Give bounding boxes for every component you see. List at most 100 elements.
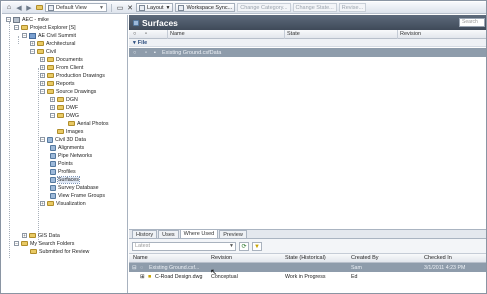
- collapse-icon[interactable]: −: [40, 89, 45, 94]
- change-category-button[interactable]: Change Category...: [237, 3, 291, 12]
- folder-icon: [57, 129, 64, 134]
- surface-file-icon: ◌: [140, 265, 144, 271]
- tab-where-used[interactable]: Where Used: [179, 229, 219, 238]
- col-state-historical[interactable]: State (Historical): [285, 255, 326, 261]
- expand-icon[interactable]: +: [40, 65, 45, 70]
- expand-icon[interactable]: +: [40, 81, 45, 86]
- change-state-button[interactable]: Change State...: [292, 3, 337, 12]
- row-checked-in: 3/1/2011 4:23 PM: [424, 265, 466, 271]
- tree-item-project-explorer[interactable]: − Project Explorer [S]: [14, 24, 76, 31]
- separator: [111, 3, 112, 12]
- tree-item-survey-database[interactable]: Survey Database: [50, 184, 99, 191]
- tree-item-profiles[interactable]: Profiles: [50, 168, 76, 175]
- expand-icon[interactable]: +: [40, 73, 45, 78]
- folder-icon: [29, 233, 36, 238]
- collapse-icon[interactable]: −: [40, 137, 45, 142]
- project-icon: [29, 32, 36, 39]
- tree-item-documents[interactable]: + Documents: [40, 56, 83, 63]
- tree-item-source-drawings[interactable]: − Source Drawings: [40, 88, 96, 95]
- collapse-icon[interactable]: −: [22, 33, 27, 38]
- tree-item-production-drawings[interactable]: + Production Drawings: [40, 72, 105, 79]
- tree-item-images[interactable]: Images: [57, 128, 83, 135]
- tab-preview[interactable]: Preview: [219, 230, 247, 238]
- collapse-icon[interactable]: −: [14, 241, 19, 246]
- tree-item-civil[interactable]: − Civil: [30, 48, 56, 55]
- collapse-icon[interactable]: −: [30, 49, 35, 54]
- chevron-down-icon: ▼: [99, 4, 104, 11]
- tree-item-dgn[interactable]: + DGN: [50, 96, 78, 103]
- tab-history[interactable]: History: [132, 230, 158, 238]
- group-label: File: [137, 39, 148, 46]
- up-folder-icon[interactable]: [35, 4, 43, 12]
- collapse-icon[interactable]: ⊟: [132, 265, 136, 271]
- tree-item-pipe-networks[interactable]: Pipe Networks: [50, 152, 92, 159]
- group-row-file[interactable]: ▾ File: [129, 39, 486, 47]
- folder-icon: [57, 97, 64, 102]
- col-name[interactable]: Name: [133, 255, 148, 261]
- layout-label: Layout: [147, 4, 164, 11]
- refresh-button[interactable]: ⟳: [239, 242, 249, 251]
- forward-arrow-icon[interactable]: ▶: [25, 4, 33, 12]
- tree-item-civil3d-data[interactable]: − Civil 3D Data: [40, 136, 86, 143]
- tree-item-dwg[interactable]: − DWG: [50, 112, 79, 119]
- row-checkbox[interactable]: ○: [133, 50, 136, 56]
- table-row[interactable]: ⊟ ◌ Existing Ground.csf... Sam 3/1/2011 …: [129, 263, 486, 272]
- table-row[interactable]: ⊞ ■ C-Road Design.dwg Conceptual Work in…: [129, 272, 486, 281]
- expand-icon[interactable]: +: [22, 233, 27, 238]
- tree-item-view-frame-groups[interactable]: View Frame Groups: [50, 192, 105, 199]
- revise-button[interactable]: Revise...: [338, 3, 367, 12]
- tree-item-ae-civil[interactable]: − AE Civil Summit: [22, 32, 76, 39]
- tab-uses[interactable]: Uses: [158, 230, 179, 238]
- expand-icon[interactable]: +: [30, 41, 35, 46]
- workspace-sync-button[interactable]: Workspace Sync...: [175, 3, 236, 12]
- tree-item-alignments[interactable]: Alignments: [50, 144, 84, 151]
- tree-item-reports[interactable]: + Reports: [40, 80, 75, 87]
- tree-item-dwf[interactable]: + DWF: [50, 104, 78, 111]
- tree-item-gis-data[interactable]: + GIS Data: [22, 232, 60, 239]
- view-combo[interactable]: Default View ▼: [45, 3, 107, 12]
- col-created-by[interactable]: Created By: [351, 255, 379, 261]
- col-name[interactable]: Name: [170, 31, 185, 37]
- refresh-icon: ⟳: [241, 244, 247, 250]
- tree-item-from-client[interactable]: + From Client: [40, 64, 83, 71]
- tree-item-aerial-photos[interactable]: Aerial Photos: [68, 120, 109, 127]
- col-revision[interactable]: Revision: [211, 255, 232, 261]
- delete-icon[interactable]: ✕: [126, 4, 134, 12]
- change-state-label: Change State...: [295, 4, 334, 11]
- folder-icon: [47, 65, 54, 70]
- filter-button[interactable]: ▼: [252, 242, 262, 251]
- tree-line: [18, 36, 19, 44]
- filter-icon: ▼: [254, 243, 260, 250]
- expand-icon[interactable]: ⊞: [140, 274, 144, 280]
- col-state[interactable]: State: [287, 31, 300, 37]
- collapse-icon[interactable]: −: [50, 113, 55, 118]
- table-row[interactable]: ○ ▫ ▪ Existing Ground.csfData: [129, 48, 486, 57]
- home-icon[interactable]: ⌂: [5, 4, 13, 12]
- tree-item-points[interactable]: Points: [50, 160, 73, 167]
- collapse-icon[interactable]: −: [14, 25, 19, 30]
- tree-item-visualization[interactable]: + Visualization: [40, 200, 86, 207]
- col-checked-in[interactable]: Checked In: [424, 255, 452, 261]
- col-revision[interactable]: Revision: [400, 31, 421, 37]
- tree-item-root[interactable]: − AEC - mike: [6, 16, 49, 23]
- tree-item-architectural[interactable]: + Architectural: [30, 40, 75, 47]
- tree-item-search-folders[interactable]: − My Search Folders: [14, 240, 74, 247]
- expand-icon[interactable]: +: [40, 201, 45, 206]
- back-arrow-icon[interactable]: ◀: [15, 4, 23, 12]
- select-all-checkbox[interactable]: ○: [133, 31, 136, 37]
- expand-icon[interactable]: +: [50, 97, 55, 102]
- tree-item-submitted-for-review[interactable]: Submitted for Review: [30, 248, 89, 255]
- search-input[interactable]: Search: [459, 18, 485, 27]
- collapse-icon[interactable]: ▾: [133, 40, 136, 46]
- tree-item-surfaces[interactable]: Surfaces: [50, 175, 80, 184]
- main-panel: Surfaces Search ○ ▫ Name State Revision …: [129, 15, 486, 293]
- folder-icon: [47, 201, 54, 206]
- expand-icon[interactable]: +: [40, 57, 45, 62]
- copy-icon[interactable]: ▭: [116, 4, 124, 12]
- collapse-icon[interactable]: −: [6, 17, 11, 22]
- panel-header: Surfaces Search: [129, 15, 486, 30]
- layout-button[interactable]: Layout ▼: [136, 3, 174, 12]
- version-filter-select[interactable]: Latest ▼: [132, 242, 236, 251]
- expand-icon[interactable]: +: [50, 105, 55, 110]
- row-name: C-Road Design.dwg: [155, 274, 203, 280]
